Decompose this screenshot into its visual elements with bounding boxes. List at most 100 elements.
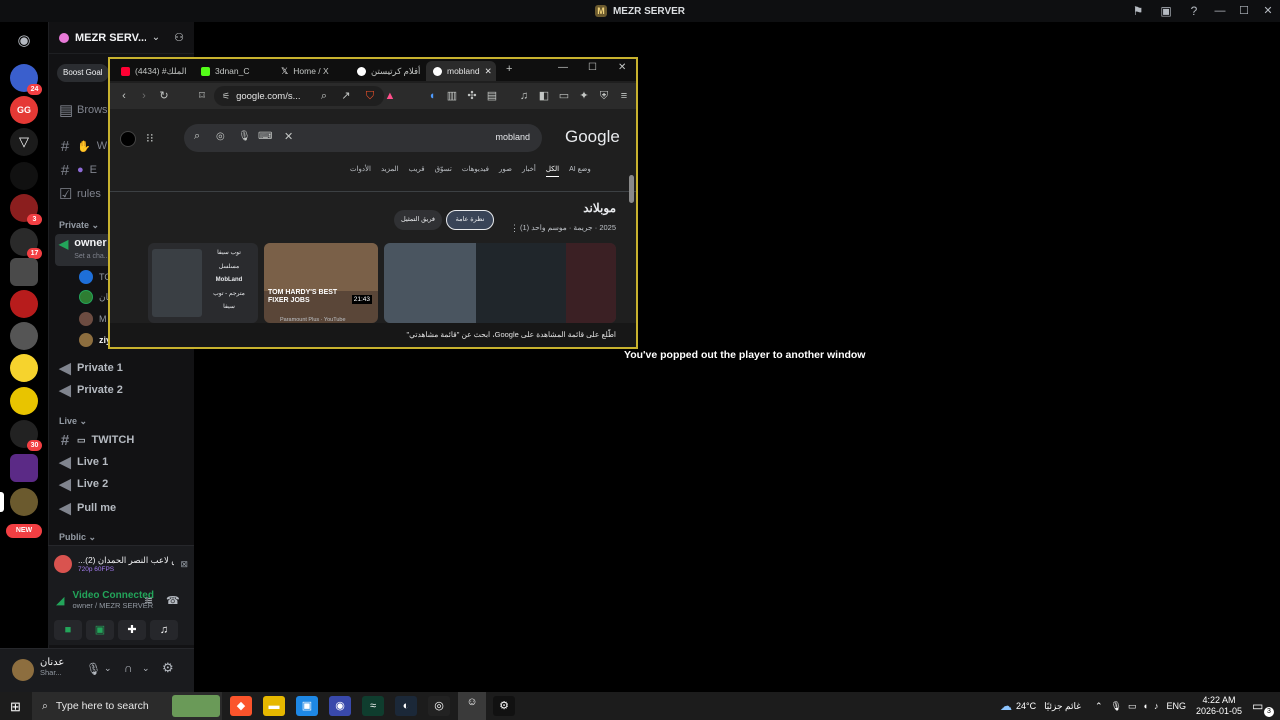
clock[interactable]: 4:22 AM 2026-01-05 — [1196, 695, 1242, 717]
discord-home-icon[interactable]: ◉ — [10, 27, 38, 55]
browser-popout-window[interactable]: (4434) #الملك 3dnan_C 𝕏 Home / X أفلام كر… — [108, 57, 638, 349]
tab-more[interactable]: المزيد — [381, 165, 399, 177]
channel-rules[interactable]: ☑ rules — [59, 184, 101, 204]
wallet-icon[interactable]: ▭ — [556, 88, 572, 104]
forward-icon[interactable]: › — [136, 88, 152, 104]
more-options-icon[interactable]: ⋮ — [510, 223, 519, 234]
server-icon-5[interactable]: 17 — [10, 228, 42, 259]
image-result-card[interactable] — [384, 243, 616, 323]
invite-people-icon[interactable]: ⚇ — [174, 31, 184, 44]
microphone-icon[interactable]: 🎙︎ — [1111, 701, 1122, 712]
voice-channel[interactable]: ◀ Live 2 — [59, 474, 108, 494]
share-icon[interactable]: ↗ — [338, 88, 354, 104]
browser-tab-active[interactable]: mobland ✕ — [426, 61, 496, 81]
voice-channel[interactable]: ◀ Private 1 — [59, 358, 123, 378]
browser-tab[interactable]: (4434) #الملك — [114, 61, 190, 81]
maximize-icon[interactable]: ☐ — [588, 62, 597, 73]
reload-icon[interactable]: ↻ — [156, 88, 172, 104]
keyboard-icon[interactable]: ⌨ — [258, 131, 272, 142]
voice-user[interactable]: ziy — [79, 331, 111, 349]
menu-icon[interactable]: ≡ — [616, 88, 632, 104]
tab-close-icon[interactable]: ✕ — [485, 66, 492, 77]
server-icon-gg[interactable]: GG — [10, 96, 38, 124]
sidebar-icon[interactable]: ◧ — [536, 88, 552, 104]
taskbar-search[interactable]: ⌕ Type here to search — [32, 692, 222, 720]
server-icon-4[interactable]: 3 — [10, 194, 42, 225]
chevron-down-icon[interactable]: ⌄ — [104, 663, 112, 674]
lens-icon[interactable]: ◎ — [216, 131, 225, 142]
soundboard-button[interactable]: ♫ — [150, 620, 178, 640]
tab-news[interactable]: أخبار — [522, 165, 536, 177]
user-info[interactable]: عدنان Shar... — [40, 657, 64, 677]
server-icon-3[interactable] — [10, 162, 38, 190]
server-icon-7[interactable] — [10, 290, 38, 318]
voice-channel[interactable]: ◀ Private 2 — [59, 380, 123, 400]
server-icon-2[interactable]: ▽ — [10, 128, 38, 156]
cast-chip[interactable]: فريق التمثيل — [394, 210, 442, 230]
flag-icon[interactable]: ⚑ — [1130, 3, 1146, 19]
language-indicator[interactable]: ENG — [1166, 701, 1186, 711]
notification-center[interactable]: ▭ 3 — [1252, 699, 1274, 717]
server-header[interactable]: MEZR SERV... ⌄ ⚇ — [49, 22, 194, 54]
speaker-icon[interactable]: ♪ — [1154, 701, 1159, 711]
browse-channels[interactable]: ▤ Browse — [59, 100, 114, 120]
browser-tab[interactable]: أفلام كرتيستن — [350, 61, 426, 81]
site-info-icon[interactable]: ⚟ — [222, 91, 230, 102]
puzzle-icon[interactable]: ✣ — [464, 88, 480, 104]
network-icon[interactable]: ▭ — [1128, 701, 1137, 712]
chevron-down-icon[interactable]: ⌄ — [142, 663, 150, 674]
brave-browser-icon[interactable]: ◆ — [230, 696, 252, 716]
server-icon-6[interactable] — [10, 258, 38, 286]
category-live[interactable]: Live ⌄ — [59, 416, 87, 427]
clear-search-icon[interactable]: ✕ — [284, 130, 293, 143]
address-bar[interactable]: ⚟ google.com/s... — [214, 86, 384, 106]
search-icon[interactable]: ⌕ — [194, 130, 200, 143]
microphone-icon[interactable]: 🎙︎ — [86, 662, 101, 676]
scrollbar[interactable] — [629, 175, 634, 203]
video-result-card[interactable]: TOM HARDY'S BEST FIXER JOBS 21:43 Paramo… — [264, 243, 378, 323]
app-icon[interactable]: ◉ — [329, 696, 351, 716]
server-icon-mezr[interactable] — [0, 488, 38, 516]
windows-start-icon[interactable]: ⊞ — [10, 699, 21, 715]
voice-search-icon[interactable]: 🎙︎ — [238, 131, 251, 142]
stop-stream-icon[interactable]: ⊠ — [180, 559, 188, 570]
app-icon[interactable]: ◎ — [428, 696, 450, 716]
extension-icon[interactable]: ▥ — [444, 88, 460, 104]
server-icon-10[interactable] — [10, 387, 38, 415]
result-card-left[interactable]: توب سيفا مسلسل MobLand مترجم - توب سيفا — [148, 243, 258, 323]
tab-ai-mode[interactable]: وضع AI — [569, 165, 591, 177]
server-icon-9[interactable] — [10, 354, 38, 382]
activities-button[interactable]: ✚ — [118, 620, 146, 640]
tab-tools[interactable]: الأدوات — [350, 165, 371, 177]
vpn-icon[interactable]: ⛨ — [596, 88, 612, 104]
tab-shopping[interactable]: تسوّق — [435, 165, 452, 177]
account-avatar[interactable] — [120, 131, 136, 147]
apps-grid-icon[interactable]: ⁝⁝ — [146, 131, 154, 145]
leo-ai-icon[interactable]: ✦ — [576, 88, 592, 104]
channel-twitch[interactable]: # ▭ TWITCH — [59, 430, 134, 450]
noise-suppression-icon[interactable]: ≋ — [144, 594, 153, 607]
disconnect-icon[interactable]: ☎ — [166, 594, 180, 607]
browser-tab[interactable]: 𝕏 Home / X — [274, 61, 350, 81]
tab-videos[interactable]: فيديوهات — [462, 165, 489, 177]
tab-all[interactable]: الكل — [545, 165, 560, 177]
app-icon[interactable]: ≈ — [362, 696, 384, 716]
category-private[interactable]: Private ⌄ — [59, 220, 99, 231]
minimize-icon[interactable]: — — [558, 62, 568, 73]
new-tab-icon[interactable]: + — [506, 63, 512, 75]
settings-gear-icon[interactable]: ⚙ — [162, 660, 174, 676]
weather-icon[interactable]: ☁ — [1000, 699, 1012, 713]
discord-taskbar-icon[interactable]: ☺ — [458, 692, 486, 720]
stream-card[interactable]: ...خص لاعب النصر الحمدان (2) 720p 60FPS … — [54, 550, 188, 578]
app-icon[interactable]: ▣ — [296, 696, 318, 716]
bookmark-icon[interactable]: ⌑ — [194, 88, 210, 104]
minimize-button[interactable]: — — [1208, 0, 1232, 22]
screen-share-button[interactable]: ▣ — [86, 620, 114, 640]
google-logo[interactable]: Google — [565, 127, 620, 147]
search-query[interactable]: mobland — [495, 132, 530, 142]
camera-button[interactable]: ■ — [54, 620, 82, 640]
back-icon[interactable]: ‹ — [116, 88, 132, 104]
inbox-icon[interactable]: ▣ — [1158, 3, 1174, 19]
zoom-icon[interactable]: ⌕ — [316, 88, 332, 104]
steam-icon[interactable]: ◐ — [395, 696, 417, 716]
